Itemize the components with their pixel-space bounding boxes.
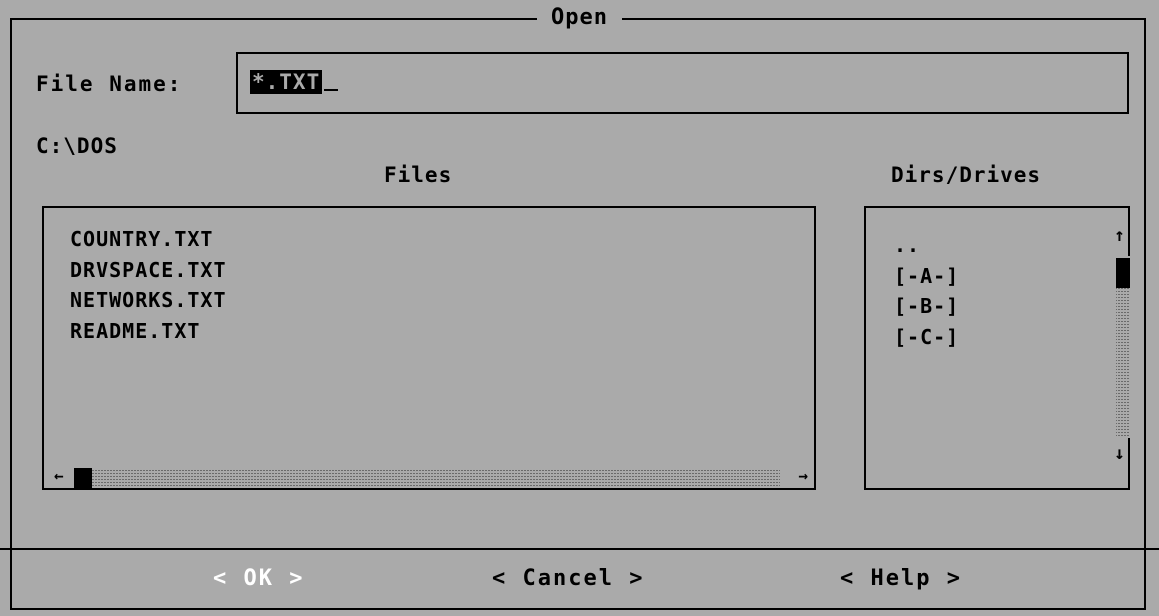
files-listbox[interactable]: COUNTRY.TXT DRVSPACE.TXT NETWORKS.TXT READM… — [42, 206, 816, 490]
file-list-item[interactable]: NETWORKS.TXT — [70, 285, 227, 316]
file-list-item[interactable]: DRVSPACE.TXT — [70, 255, 227, 286]
help-button[interactable]: < Help > — [840, 565, 962, 593]
scroll-up-arrow-icon[interactable]: ↑ — [1114, 226, 1125, 246]
dialog-title: Open — [537, 5, 622, 30]
scrollbar-track[interactable] — [84, 468, 780, 488]
file-list-item[interactable]: README.TXT — [70, 316, 227, 347]
dirs-drives-list[interactable]: .. [-A-] [-B-] [-C-] — [894, 230, 959, 352]
dir-drive-list-item[interactable]: [-B-] — [894, 291, 959, 322]
dirs-drives-listbox[interactable]: .. [-A-] [-B-] [-C-] ↑ ↓ — [864, 206, 1130, 490]
dirs-vertical-scrollbar[interactable]: ↑ ↓ — [1112, 222, 1134, 468]
files-label: Files — [384, 163, 453, 187]
current-directory: C:\DOS — [36, 134, 118, 158]
dir-drive-list-item[interactable]: .. — [894, 230, 959, 261]
file-list-item[interactable]: COUNTRY.TXT — [70, 224, 227, 255]
dir-drive-list-item[interactable]: [-A-] — [894, 261, 959, 292]
dir-drive-list-item[interactable]: [-C-] — [894, 322, 959, 353]
ok-button[interactable]: < OK > — [213, 565, 304, 593]
file-name-selected-text[interactable]: *.TXT — [250, 70, 323, 94]
text-cursor — [324, 89, 339, 91]
scrollbar-thumb[interactable] — [74, 468, 92, 488]
dialog-title-bar: Open — [0, 4, 1159, 32]
scroll-left-arrow-icon[interactable]: ← — [54, 465, 64, 487]
files-list[interactable]: COUNTRY.TXT DRVSPACE.TXT NETWORKS.TXT READM… — [70, 224, 227, 346]
scrollbar-thumb[interactable] — [1116, 258, 1130, 288]
dirs-drives-label: Dirs/Drives — [891, 163, 1042, 187]
file-name-label: File Name: — [36, 72, 183, 96]
cancel-button[interactable]: < Cancel > — [492, 565, 644, 593]
open-dialog: Open File Name: *.TXT C:\DOS Files Dirs/… — [0, 0, 1159, 616]
file-name-value[interactable]: *.TXT — [250, 69, 339, 95]
scroll-down-arrow-icon[interactable]: ↓ — [1114, 444, 1125, 464]
scroll-right-arrow-icon[interactable]: → — [798, 465, 808, 487]
button-separator — [0, 548, 1159, 550]
file-name-input[interactable]: *.TXT — [236, 52, 1129, 114]
files-horizontal-scrollbar[interactable]: ← → — [54, 465, 808, 490]
